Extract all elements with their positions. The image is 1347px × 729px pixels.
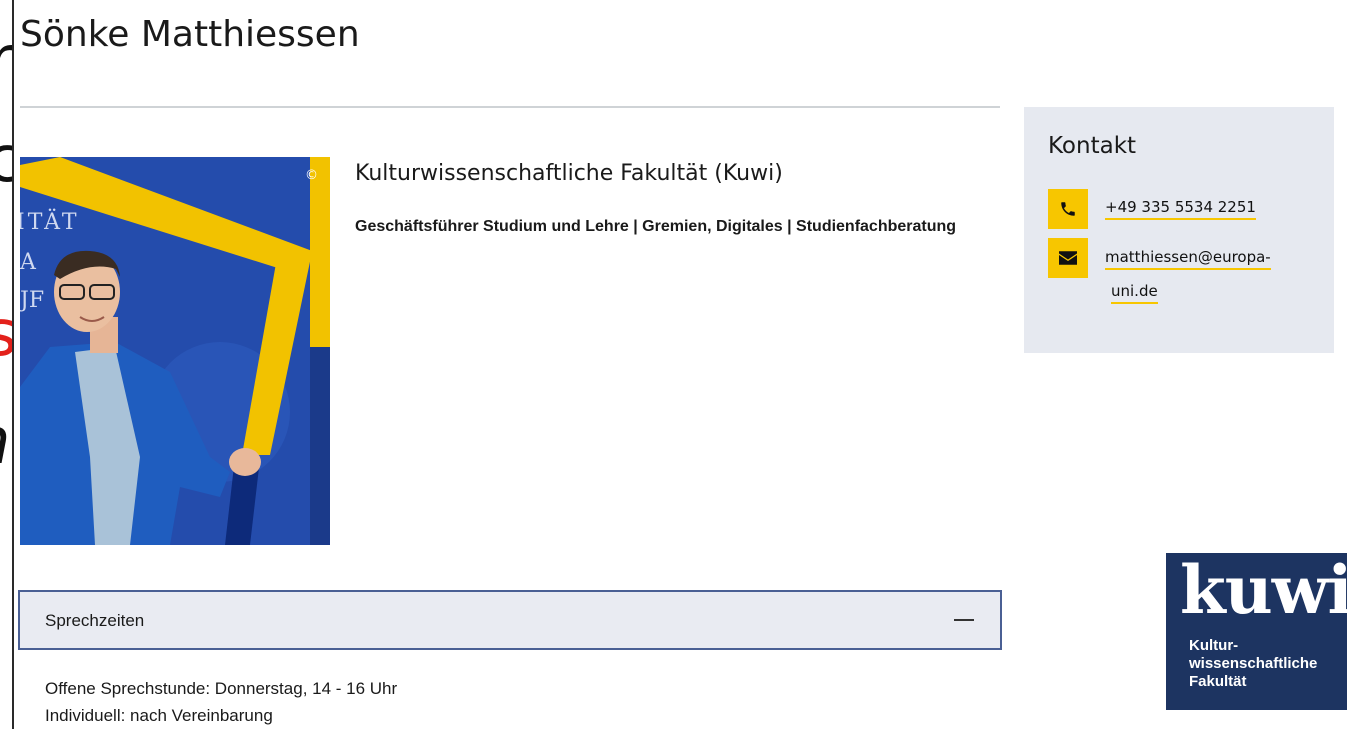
phone-icon [1048, 189, 1088, 229]
bg-fragment: n [0, 410, 11, 474]
office-hours-line: Individuell: nach Vereinbarung [45, 706, 273, 725]
divider [20, 106, 1000, 108]
banner-text: JF [20, 288, 44, 313]
logo-line: Kultur- [1189, 637, 1239, 654]
email-link[interactable]: matthiessen@europa- [1105, 248, 1271, 270]
phone-link[interactable]: +49 335 5534 2251 [1105, 198, 1256, 220]
accordion-title: Sprechzeiten [45, 611, 145, 630]
contact-heading: Kontakt [1048, 133, 1137, 159]
logo-line: Fakultät [1189, 673, 1247, 690]
contact-panel: Kontakt +49 335 5534 2251 matthiessen@eu… [1024, 107, 1334, 353]
banner-text: ITÄT [20, 208, 80, 235]
office-hours-line: Offene Sprechstunde: Donnerstag, 14 - 16… [45, 679, 398, 698]
job-title: Geschäftsführer Studium und Lehre | Grem… [355, 218, 957, 235]
logo-line: wissenschaftliche [1189, 655, 1318, 672]
faculty-name: Kulturwissenschaftliche Fakultät (Kuwi) [355, 161, 783, 186]
logo-subtitle: Kultur- wissenschaftliche Fakultät [1189, 637, 1317, 691]
collapse-icon[interactable] [954, 619, 974, 621]
banner-text: A [20, 250, 37, 275]
logo-wordmark: kuwi [1180, 553, 1347, 629]
office-hours-accordion[interactable]: Sprechzeiten [18, 590, 1002, 650]
copyright-symbol: © [305, 168, 318, 183]
profile-page: Sönke Matthiessen ITÄT A JF © Kulturwiss… [14, 0, 1347, 729]
envelope-icon [1048, 238, 1088, 278]
kuwi-logo: kuwi Kultur- wissenschaftliche Fakultät [1166, 553, 1347, 710]
page-title: Sönke Matthiessen [20, 14, 360, 55]
portrait-photo: ITÄT A JF © [20, 157, 330, 545]
email-link-continued[interactable]: uni.de [1111, 282, 1158, 304]
